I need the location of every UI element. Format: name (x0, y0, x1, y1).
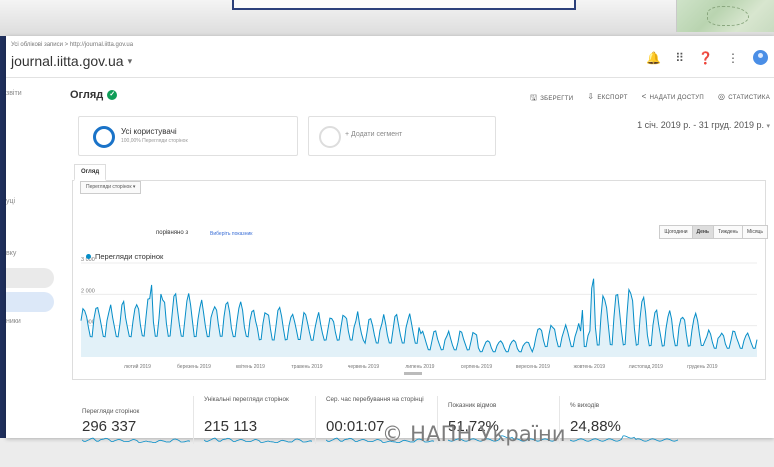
metric-value: 296 337 (82, 418, 137, 435)
site-title: journal.iitta.gov.ua (11, 53, 124, 69)
add-segment-label: + Додати сегмент (345, 131, 403, 138)
side-navigation: звіти уці вку ники (6, 78, 62, 438)
segment-empty-ring-icon (319, 126, 341, 148)
property-selector[interactable]: journal.iitta.gov.ua ▾ (11, 53, 132, 69)
x-tick-label: березень 2019 (177, 364, 211, 370)
sidebar-item-selected[interactable] (6, 292, 54, 312)
tab-overview[interactable]: Огляд (74, 164, 107, 181)
x-tick-label: червень 2019 (348, 364, 380, 370)
app-header: Усі облікові записи > http://journal.iit… (6, 36, 774, 78)
chevron-down-icon: ▾ (132, 184, 136, 190)
x-tick-label: лютий 2019 (124, 363, 151, 370)
save-button[interactable]: 🖫 ЗБЕРЕГТИ (530, 92, 573, 106)
sidebar-item-reports[interactable]: звіти (6, 90, 22, 97)
share-button[interactable]: < НАДАТИ ДОСТУП (642, 92, 704, 106)
y-tick-label: 2 000 (81, 288, 95, 294)
report-actions: 🖫 ЗБЕРЕГТИ ⇩ ЕКСПОРТ < НАДАТИ ДОСТУП ◎ СТАТИ… (530, 92, 770, 106)
add-segment-button[interactable]: + Додати сегмент (308, 116, 496, 156)
background-window-edge (232, 0, 576, 10)
x-tick-label: квітень 2019 (236, 364, 265, 370)
metric-label: Показник відмов (448, 402, 497, 409)
segment-title: Усі користувачі (121, 127, 177, 136)
legend-dot (86, 254, 91, 259)
date-range-picker[interactable]: 1 січ. 2019 р. - 31 груд. 2019 р. ▾ (637, 120, 770, 130)
x-tick-label: жовтень 2019 (574, 364, 606, 370)
x-tick-label: травень 2019 (291, 364, 322, 370)
chevron-down-icon: ▾ (766, 123, 770, 130)
main-content: Огляд ✓ 🖫 ЗБЕРЕГТИ ⇩ ЕКСПОРТ < НАДАТИ ДОСТУ… (62, 78, 774, 444)
chart-panel: 3 000 2 000 1 000 лютий 2019 березень 2019 кв… (72, 181, 766, 380)
metric-label: Перегляди сторінок (82, 408, 140, 415)
breadcrumb[interactable]: Усі облікові записи > http://journal.iit… (11, 42, 133, 48)
segment-subtitle: 100,00% Перегляди сторінок (121, 138, 188, 144)
insights-button[interactable]: ◎ СТАТИСТИКА (718, 92, 770, 106)
metric-value: 24,88% (570, 418, 621, 435)
date-range-text: 1 січ. 2019 р. - 31 груд. 2019 р. (637, 120, 764, 130)
metric-sparkline (82, 437, 190, 443)
sidebar-item[interactable]: уці (6, 198, 15, 205)
verified-check-icon: ✓ (107, 90, 118, 100)
chart-legend: Перегляди сторінок (86, 252, 163, 261)
copyright-watermark: © НАПН України (382, 422, 566, 446)
insights-icon: ◎ (718, 92, 726, 101)
segment-ring-icon (93, 126, 115, 148)
metric-label: Сер. час перебування на сторінці (326, 396, 424, 403)
x-tick-label: листопад 2019 (629, 364, 663, 370)
share-icon: < (641, 92, 647, 101)
export-button[interactable]: ⇩ ЕКСПОРТ (587, 92, 627, 106)
more-vert-icon[interactable]: ⋮ (727, 51, 739, 65)
header-icons: 🔔 ⠿ ❓ ⋮ (646, 50, 768, 65)
granularity-month[interactable]: Місяць (742, 225, 768, 239)
export-icon: ⇩ (587, 92, 595, 101)
page-title: Огляд ✓ (70, 89, 118, 101)
granularity-week[interactable]: Тиждень (713, 225, 744, 239)
metric-sparkline (204, 437, 312, 443)
metric-value: 215 113 (204, 418, 258, 435)
segment-all-users[interactable]: Усі користувачі 100,00% Перегляди сторін… (78, 116, 298, 156)
compare-label: порівняно з (156, 230, 189, 236)
x-tick-label: вересень 2019 (516, 364, 550, 370)
page-title-text: Огляд (70, 89, 104, 101)
sidebar-item[interactable]: вку (6, 250, 16, 257)
map-thumbnail (676, 0, 774, 32)
chart-resize-handle[interactable] (404, 372, 422, 375)
help-icon[interactable]: ❓ (698, 51, 713, 65)
metric-sparkline (570, 435, 678, 442)
x-tick-label: серпень 2019 (461, 364, 493, 370)
sidebar-item-highlight[interactable] (6, 268, 54, 288)
chevron-down-icon: ▾ (127, 55, 133, 66)
granularity-toggle: Щогодини День Тиждень Місяць (659, 225, 768, 239)
metric-dropdown[interactable]: Перегляди сторінок ▾ (80, 181, 142, 194)
metric-value: 00:01:07 (326, 418, 385, 435)
tab-bar: Огляд (72, 164, 766, 181)
choose-metric-link[interactable]: Виберіть показник (210, 231, 252, 237)
metric-label: Унікальні перегляди сторінок (204, 396, 289, 403)
analytics-window: Усі облікові записи > http://journal.iit… (6, 36, 774, 444)
granularity-hourly[interactable]: Щогодини (659, 225, 693, 239)
avatar[interactable] (753, 50, 768, 65)
bell-icon[interactable]: 🔔 (646, 51, 661, 65)
apps-grid-icon[interactable]: ⠿ (675, 51, 684, 65)
legend-label: Перегляди сторінок (95, 252, 164, 261)
pageviews-chart: 3 0002 0001 000лютий 2019 березень 2019 кв… (80, 257, 758, 375)
granularity-day[interactable]: День (691, 225, 714, 239)
x-tick-label: липень 2019 (405, 364, 434, 370)
series-area (81, 278, 757, 357)
metric-label: % виходів (570, 402, 600, 409)
x-tick-label: грудень 2019 (687, 364, 718, 370)
save-icon: 🖫 (530, 93, 538, 102)
sidebar-item[interactable]: ники (6, 318, 21, 325)
